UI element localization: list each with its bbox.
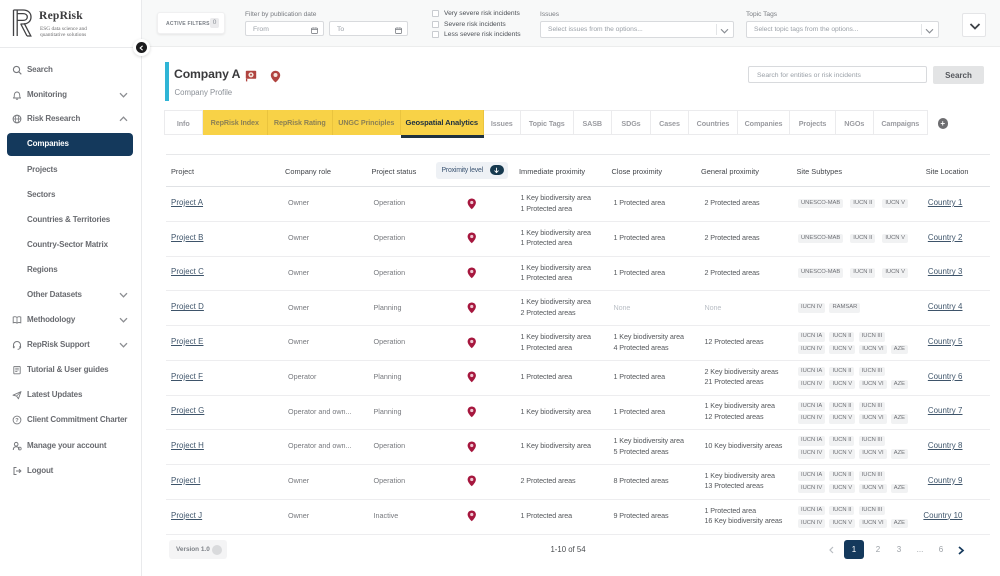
- svg-text:?: ?: [15, 418, 19, 424]
